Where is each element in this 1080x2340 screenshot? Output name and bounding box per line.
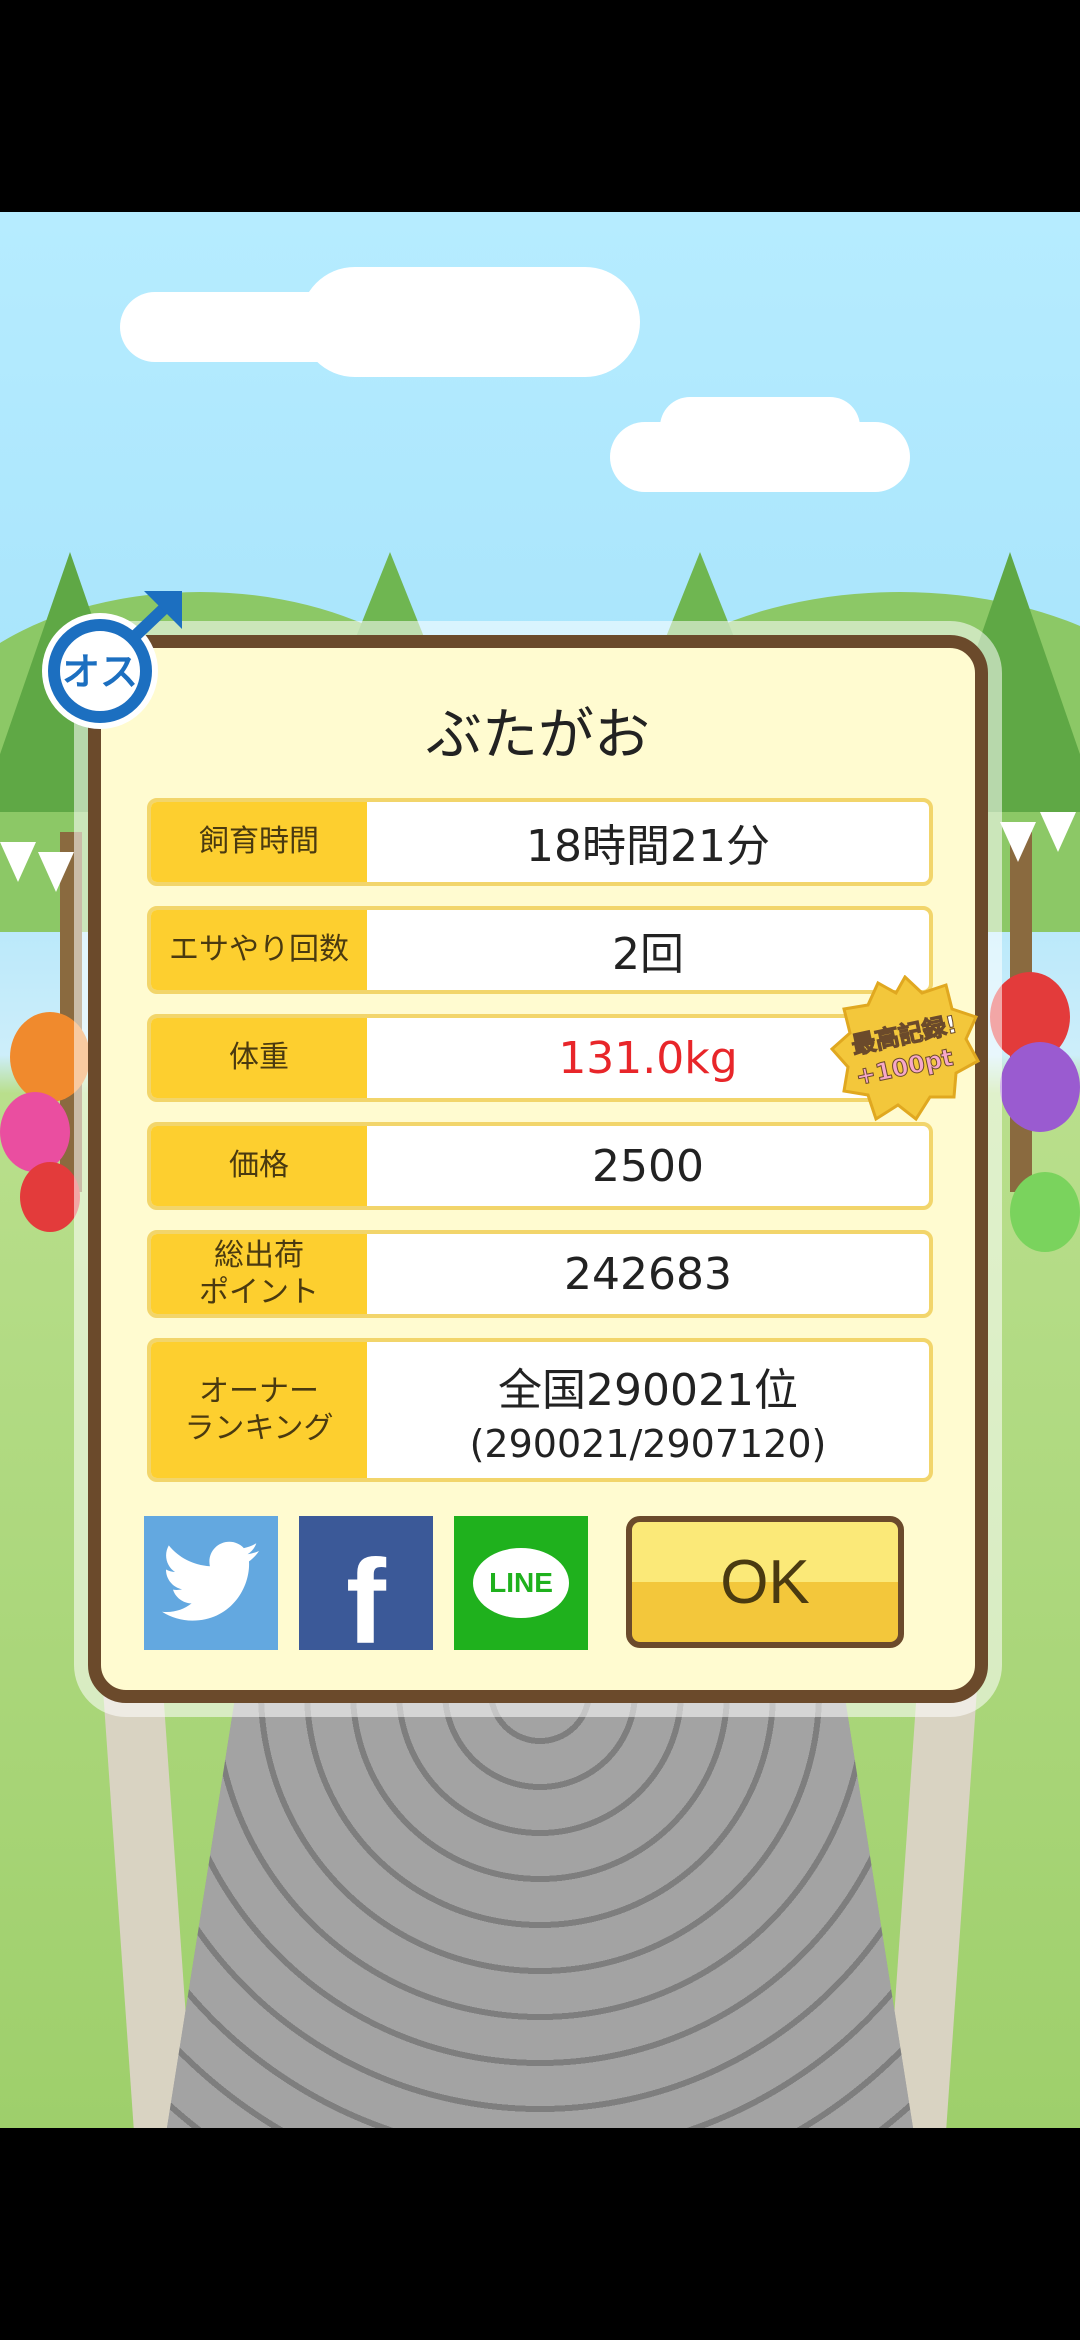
- row-label: 飼育時間: [151, 802, 367, 882]
- male-gender-badge: オス: [42, 591, 182, 729]
- pig-name-title: ぶたがお: [426, 703, 650, 768]
- row-label: 体重: [151, 1018, 367, 1098]
- row-weight: 体重 131.0kg: [147, 1014, 933, 1102]
- pig-status-dialog: ぶたがお 飼育時間 18時間21分 エサやり回数 2回 体重 131.0kg 価…: [88, 635, 988, 1703]
- balloon: [10, 1012, 90, 1102]
- balloon: [20, 1162, 80, 1232]
- row-feed-count: エサやり回数 2回: [147, 906, 933, 994]
- row-label: エサやり回数: [151, 910, 367, 990]
- row-value: 全国290021位 (290021/2907120): [469, 1365, 827, 1466]
- row-label: オーナー ランキング: [151, 1342, 367, 1478]
- twitter-bird-icon: [162, 1541, 259, 1621]
- ok-button[interactable]: OK: [626, 1516, 904, 1648]
- row-total-shipping-points: 総出荷 ポイント 242683: [147, 1230, 933, 1318]
- row-value: 18時間21分: [526, 821, 770, 872]
- facebook-icon: f: [346, 1535, 386, 1669]
- line-share-button[interactable]: LINE: [454, 1516, 588, 1650]
- bunting-flag: [1000, 822, 1036, 862]
- cobblestone-road: [160, 1692, 920, 2128]
- bunting-flag: [1040, 812, 1076, 852]
- row-value: 2500: [592, 1140, 704, 1192]
- balloon: [1010, 1172, 1080, 1252]
- row-raising-time: 飼育時間 18時間21分: [147, 798, 933, 886]
- bunting-flag: [38, 852, 74, 892]
- row-label: 総出荷 ポイント: [151, 1234, 367, 1314]
- gender-label: オス: [62, 650, 138, 694]
- balloon: [0, 1092, 70, 1172]
- cloud: [660, 397, 860, 457]
- row-owner-ranking: オーナー ランキング 全国290021位 (290021/2907120): [147, 1338, 933, 1482]
- bunting-flag: [0, 842, 36, 882]
- cloud: [300, 267, 640, 377]
- new-record-badge: 最高記録! +100pt: [830, 975, 980, 1122]
- row-value: 242683: [564, 1248, 732, 1300]
- line-icon: LINE: [473, 1548, 569, 1618]
- facebook-share-button[interactable]: f: [299, 1516, 433, 1669]
- row-price: 価格 2500: [147, 1122, 933, 1210]
- row-label: 価格: [151, 1126, 367, 1206]
- balloon: [1000, 1042, 1080, 1132]
- twitter-share-button[interactable]: [144, 1516, 278, 1650]
